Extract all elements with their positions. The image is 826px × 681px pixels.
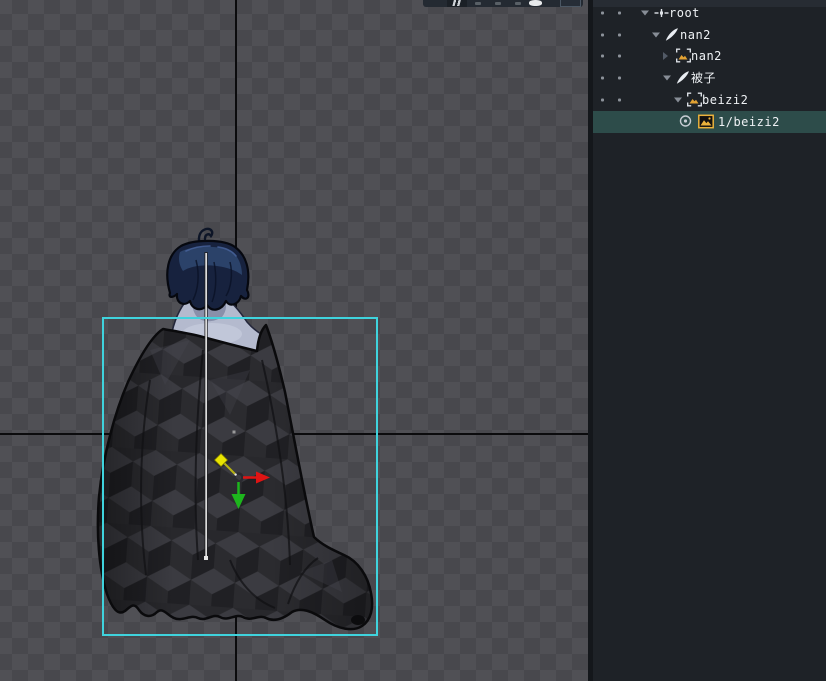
expander-expanded-icon[interactable]: [663, 76, 671, 81]
row-toggle-dot[interactable]: [601, 99, 604, 102]
expander-collapsed-icon[interactable]: [663, 52, 668, 60]
spine-editor-window: { "toolbar": { "background": "#242a32", …: [0, 0, 826, 681]
row-toggle-dot[interactable]: [601, 11, 604, 14]
visibility-target-icon[interactable]: [679, 114, 695, 129]
expander-expanded-icon[interactable]: [674, 98, 682, 103]
active-tool-button[interactable]: [447, 0, 467, 7]
tree-row-label: 1/beizi2: [718, 116, 780, 128]
expander-expanded-icon[interactable]: [641, 10, 649, 15]
region-placeholder-icon: [687, 93, 703, 108]
chat-bubble-icon[interactable]: [529, 0, 542, 6]
tree-row-被子[interactable]: 被子: [593, 67, 826, 89]
tool-icon-3[interactable]: [495, 2, 501, 5]
tree-row-label: nan2: [691, 50, 722, 62]
tree-row-root[interactable]: root: [593, 2, 826, 24]
row-toggle-dot[interactable]: [618, 77, 621, 80]
tree-row-nan2[interactable]: nan2: [593, 46, 826, 68]
gizmo-origin-link: [224, 463, 236, 475]
view-dropdown-button[interactable]: [560, 0, 581, 7]
root-bone-icon: [654, 5, 670, 20]
row-toggle-dot[interactable]: [618, 11, 621, 14]
bone-icon: [676, 71, 692, 86]
tool-icon-4[interactable]: [515, 2, 521, 5]
row-toggle-dot[interactable]: [618, 33, 621, 36]
scene-viewport[interactable]: [0, 0, 588, 681]
transform-gizmo[interactable]: [200, 440, 288, 520]
row-toggle-dot[interactable]: [601, 77, 604, 80]
row-toggle-dot[interactable]: [618, 55, 621, 58]
tree-row-label: root: [669, 7, 700, 19]
gizmo-y-axis-arrow[interactable]: [232, 494, 246, 509]
character-hair: [167, 229, 248, 310]
gizmo-center-dot: [234, 473, 236, 475]
viewport-toolbar: [423, 0, 583, 7]
region-placeholder-icon: [676, 49, 692, 64]
row-toggle-dot[interactable]: [601, 55, 604, 58]
tree-row-nan2[interactable]: nan2: [593, 24, 826, 46]
tree-row-label: nan2: [680, 29, 711, 41]
hierarchy-tree-panel: root nan2 nan2 被子 beizi2 1/beizi2: [593, 0, 826, 681]
image-icon: [698, 114, 714, 129]
tree-row-label: 被子: [691, 72, 716, 84]
bone-icon: [665, 27, 681, 42]
hierarchy-tree: root nan2 nan2 被子 beizi2 1/beizi2: [593, 2, 826, 133]
tree-row-beizi2[interactable]: beizi2: [593, 89, 826, 111]
tree-row-label: beizi2: [702, 94, 748, 106]
row-toggle-dot[interactable]: [618, 99, 621, 102]
row-toggle-dot[interactable]: [601, 33, 604, 36]
tool-icon-2[interactable]: [475, 2, 481, 5]
expander-expanded-icon[interactable]: [652, 32, 660, 37]
tool-icon-1: [450, 0, 464, 6]
tree-row-1/beizi2[interactable]: 1/beizi2: [593, 111, 826, 133]
gizmo-x-axis-arrow[interactable]: [256, 472, 270, 484]
